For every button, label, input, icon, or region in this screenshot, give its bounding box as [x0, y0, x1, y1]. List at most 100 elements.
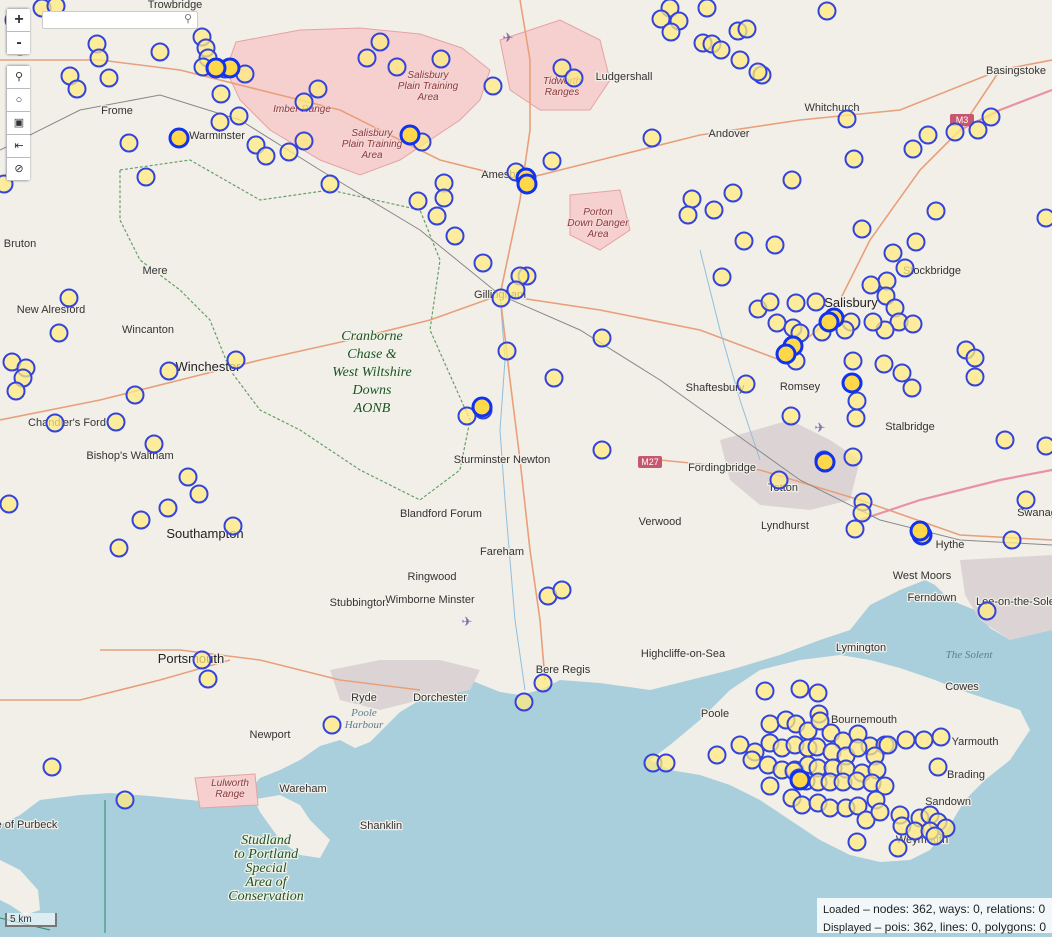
layers-icon[interactable]: ▣	[6, 111, 30, 134]
poi-marker[interactable]	[516, 694, 533, 711]
poi-marker[interactable]	[1004, 532, 1021, 549]
poi-marker[interactable]	[714, 269, 731, 286]
poi-marker[interactable]	[970, 122, 987, 139]
poi-marker[interactable]	[1018, 492, 1035, 509]
poi-marker[interactable]	[767, 237, 784, 254]
poi-marker[interactable]	[8, 383, 25, 400]
poi-marker[interactable]	[231, 108, 248, 125]
poi-marker[interactable]	[997, 432, 1014, 449]
poi-marker[interactable]	[310, 81, 327, 98]
poi-marker[interactable]	[658, 755, 675, 772]
poi-marker[interactable]	[61, 290, 78, 307]
poi-marker[interactable]	[927, 828, 944, 845]
poi-marker[interactable]	[792, 681, 809, 698]
poi-marker[interactable]	[738, 376, 755, 393]
poi-marker[interactable]	[475, 255, 492, 272]
poi-marker[interactable]	[762, 716, 779, 733]
poi-marker-cluster[interactable]	[473, 398, 491, 416]
poi-marker-cluster[interactable]	[791, 771, 809, 789]
poi-marker[interactable]	[447, 228, 464, 245]
poi-marker[interactable]	[160, 500, 177, 517]
poi-marker[interactable]	[108, 414, 125, 431]
poi-marker[interactable]	[200, 671, 217, 688]
poi-marker-cluster[interactable]	[170, 129, 188, 147]
poi-marker[interactable]	[920, 127, 937, 144]
search-icon[interactable]: ⚲	[184, 12, 192, 25]
poi-marker[interactable]	[51, 325, 68, 342]
poi-marker[interactable]	[1038, 210, 1052, 227]
poi-marker[interactable]	[544, 153, 561, 170]
poi-marker[interactable]	[684, 191, 701, 208]
poi-marker[interactable]	[146, 436, 163, 453]
poi-marker[interactable]	[983, 109, 1000, 126]
poi-marker[interactable]	[865, 314, 882, 331]
poi-marker[interactable]	[905, 141, 922, 158]
poi-marker[interactable]	[180, 469, 197, 486]
poi-marker[interactable]	[191, 486, 208, 503]
go-to-start-icon[interactable]: ⇤	[6, 134, 30, 157]
poi-marker[interactable]	[848, 410, 865, 427]
poi-marker[interactable]	[967, 350, 984, 367]
poi-marker[interactable]	[1, 496, 18, 513]
poi-marker[interactable]	[771, 472, 788, 489]
poi-marker[interactable]	[847, 521, 864, 538]
poi-marker[interactable]	[44, 759, 61, 776]
poi-marker[interactable]	[372, 34, 389, 51]
poi-marker[interactable]	[69, 81, 86, 98]
poi-marker[interactable]	[819, 3, 836, 20]
poi-marker-cluster[interactable]	[843, 374, 861, 392]
poi-marker-cluster[interactable]	[820, 313, 838, 331]
poi-marker[interactable]	[699, 0, 716, 17]
poi-marker[interactable]	[91, 50, 108, 67]
zoom-out-button[interactable]: -	[6, 31, 30, 55]
poi-marker-cluster[interactable]	[777, 345, 795, 363]
poi-marker-cluster[interactable]	[911, 522, 929, 540]
poi-marker[interactable]	[845, 449, 862, 466]
poi-marker[interactable]	[499, 343, 516, 360]
search-tool-icon[interactable]: ⚲	[6, 65, 30, 88]
poi-marker[interactable]	[225, 518, 242, 535]
poi-marker[interactable]	[930, 759, 947, 776]
poi-marker[interactable]	[117, 792, 134, 809]
poi-marker[interactable]	[663, 24, 680, 41]
poi-marker[interactable]	[967, 369, 984, 386]
poi-marker[interactable]	[876, 356, 893, 373]
poi-marker[interactable]	[979, 603, 996, 620]
poi-marker[interactable]	[535, 675, 552, 692]
poi-marker[interactable]	[744, 752, 761, 769]
poi-marker[interactable]	[127, 387, 144, 404]
poi-marker[interactable]	[732, 52, 749, 69]
poi-marker[interactable]	[905, 316, 922, 333]
poi-marker[interactable]	[762, 294, 779, 311]
poi-marker[interactable]	[644, 130, 661, 147]
poi-marker[interactable]	[322, 176, 339, 193]
search-input[interactable]	[42, 11, 198, 29]
poi-marker[interactable]	[863, 277, 880, 294]
poi-marker[interactable]	[152, 44, 169, 61]
poi-marker[interactable]	[111, 540, 128, 557]
poi-marker[interactable]	[228, 352, 245, 369]
poi-marker[interactable]	[212, 114, 229, 131]
poi-marker[interactable]	[928, 203, 945, 220]
poi-marker[interactable]	[933, 729, 950, 746]
locate-icon[interactable]: ○	[6, 88, 30, 111]
poi-marker[interactable]	[161, 363, 178, 380]
poi-marker[interactable]	[138, 169, 155, 186]
poi-marker[interactable]	[794, 797, 811, 814]
poi-marker[interactable]	[485, 78, 502, 95]
poi-marker[interactable]	[194, 652, 211, 669]
poi-marker[interactable]	[849, 393, 866, 410]
poi-marker-cluster[interactable]	[816, 453, 834, 471]
poi-marker[interactable]	[762, 778, 779, 795]
poi-marker[interactable]	[566, 70, 583, 87]
poi-marker[interactable]	[410, 193, 427, 210]
poi-marker[interactable]	[808, 294, 825, 311]
poi-marker[interactable]	[854, 505, 871, 522]
poi-marker[interactable]	[898, 732, 915, 749]
poi-marker[interactable]	[296, 94, 313, 111]
poi-marker[interactable]	[258, 148, 275, 165]
poi-marker[interactable]	[296, 133, 313, 150]
poi-marker[interactable]	[47, 415, 64, 432]
poi-marker[interactable]	[885, 245, 902, 262]
poi-marker[interactable]	[750, 64, 767, 81]
